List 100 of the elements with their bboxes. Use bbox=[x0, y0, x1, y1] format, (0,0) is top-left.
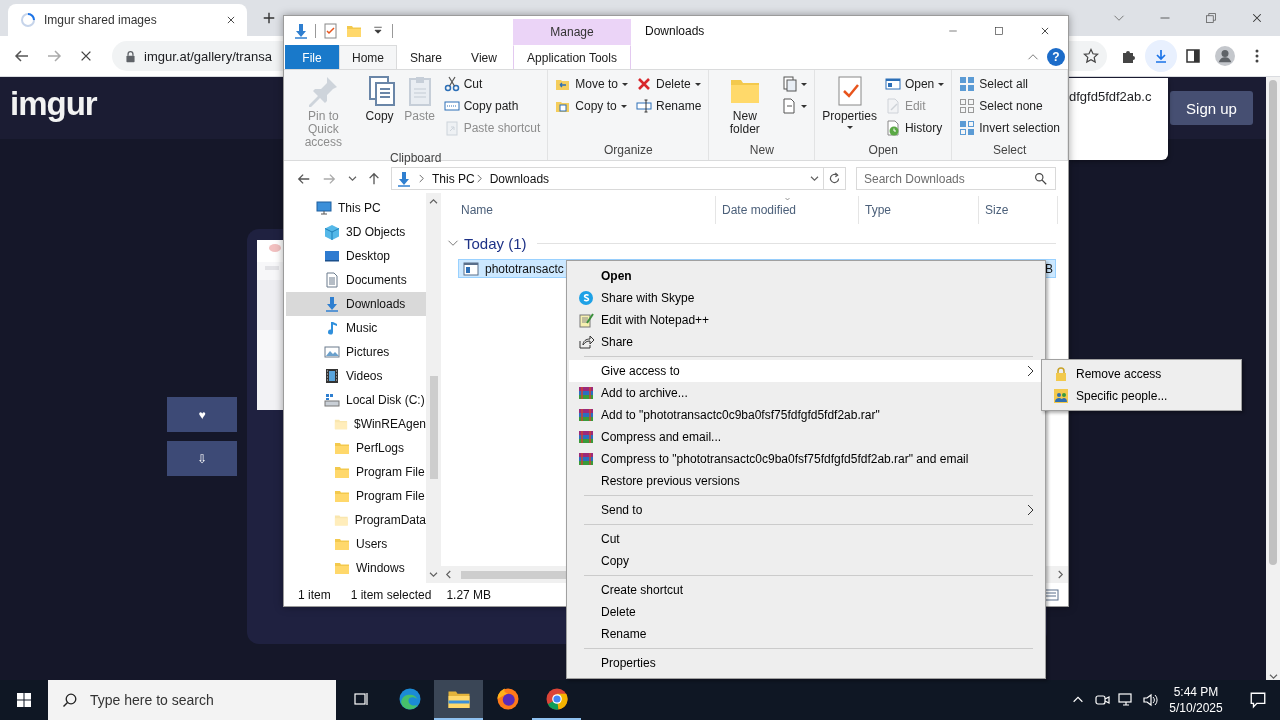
scrollbar-thumb[interactable] bbox=[1269, 80, 1277, 565]
ribbon-button[interactable]: Copy to bbox=[552, 95, 632, 117]
menu-item[interactable]: Properties bbox=[569, 652, 1043, 674]
x-icon bbox=[636, 76, 653, 92]
ribbon-tab[interactable]: File bbox=[285, 45, 339, 69]
menu-item[interactable]: Compress to "phototransactc0c9ba0fsf75fdfgfd5fdf2ab.rar" and email bbox=[569, 448, 1043, 470]
column-header[interactable]: Date modified bbox=[716, 196, 859, 224]
browser-tab[interactable]: Imgur shared images bbox=[8, 4, 247, 36]
folder-icon bbox=[334, 512, 349, 528]
column-header[interactable]: Name bbox=[455, 196, 716, 224]
search-icon bbox=[62, 692, 78, 708]
tree-item[interactable]: $WinREAgen bbox=[286, 412, 426, 436]
tree-item[interactable]: Documents bbox=[286, 268, 426, 292]
menu-item[interactable]: Add to "phototransactc0c9ba0fsf75fdfgfd5fdf2ab.rar" bbox=[569, 404, 1043, 426]
breadcrumb[interactable]: Downloads bbox=[489, 168, 550, 189]
menu-item[interactable]: Send to bbox=[569, 499, 1043, 521]
ribbon-tab[interactable]: Home bbox=[339, 45, 397, 69]
text-cursor-icon bbox=[636, 98, 653, 114]
ribbon-button[interactable]: History bbox=[881, 117, 948, 139]
ribbon-tab[interactable]: Application Tools bbox=[513, 45, 631, 69]
menu-item[interactable]: Delete bbox=[569, 601, 1043, 623]
menu-item[interactable]: Compress and email... bbox=[569, 426, 1043, 448]
menu-item[interactable]: Specific people... bbox=[1044, 385, 1239, 407]
ribbon-button[interactable]: Rename bbox=[633, 95, 705, 117]
download-button[interactable]: ⇩ bbox=[167, 441, 237, 476]
tree-item[interactable]: Music bbox=[286, 316, 426, 340]
people-icon bbox=[1053, 388, 1069, 404]
ribbon-button[interactable]: Move to bbox=[552, 73, 632, 95]
menu-item[interactable]: Share with Skype bbox=[569, 287, 1043, 309]
notepad-icon bbox=[578, 312, 594, 328]
clock[interactable]: 5:44 PM 5/10/2025 bbox=[1162, 680, 1230, 720]
menu-item[interactable]: Add to archive... bbox=[569, 382, 1043, 404]
ribbon-button[interactable]: Delete bbox=[633, 73, 705, 95]
search-input[interactable]: Search Downloads bbox=[864, 171, 1034, 186]
books-icon bbox=[578, 407, 594, 423]
caret-icon bbox=[372, 24, 384, 37]
tree-item[interactable]: 3D Objects bbox=[286, 220, 426, 244]
circle-s-icon bbox=[578, 290, 594, 306]
ribbon-button[interactable]: New folder bbox=[713, 73, 777, 138]
menu-item[interactable]: Open bbox=[569, 265, 1043, 287]
ribbon-button[interactable]: Cut bbox=[440, 73, 544, 95]
search-field[interactable]: Type here to search bbox=[48, 680, 336, 720]
column-header[interactable]: Size bbox=[979, 196, 1058, 224]
scrollbar-thumb[interactable] bbox=[429, 376, 438, 479]
column-header[interactable]: Type bbox=[859, 196, 979, 224]
ribbon-button[interactable]: Select all bbox=[956, 73, 1063, 95]
ribbon-button[interactable]: Invert selection bbox=[956, 117, 1063, 139]
group-label: Organize bbox=[603, 143, 654, 159]
tree-item[interactable]: ProgramData bbox=[286, 508, 426, 532]
tree-item[interactable]: Downloads bbox=[286, 292, 426, 316]
back-icon bbox=[14, 48, 30, 64]
help-button[interactable]: ? bbox=[1047, 48, 1065, 66]
sign-up-button[interactable]: Sign up bbox=[1170, 91, 1253, 125]
tree-item[interactable]: Videos bbox=[286, 364, 426, 388]
group-header[interactable]: Today (1) bbox=[447, 234, 537, 252]
ribbon-tab[interactable]: View bbox=[455, 45, 513, 69]
tree-item[interactable]: Users bbox=[286, 532, 426, 556]
tree-item[interactable]: Local Disk (C:) bbox=[286, 388, 426, 412]
star-icon bbox=[1083, 48, 1099, 64]
taskbar-button[interactable] bbox=[434, 680, 483, 720]
address-bar[interactable]: This PC Downloads bbox=[391, 167, 846, 190]
ribbon-button[interactable]: Select none bbox=[956, 95, 1063, 117]
menu-item[interactable]: Create shortcut bbox=[569, 579, 1043, 601]
tree-item[interactable]: Pictures bbox=[286, 340, 426, 364]
menu-item[interactable]: Rename bbox=[569, 623, 1043, 645]
tree-item[interactable]: Desktop bbox=[286, 244, 426, 268]
tree-item[interactable]: PerfLogs bbox=[286, 436, 426, 460]
ribbon-button[interactable]: Copy path bbox=[440, 95, 544, 117]
ribbon-button[interactable]: Copy bbox=[360, 73, 399, 125]
download-icon bbox=[396, 170, 412, 187]
tree-item[interactable]: Program File bbox=[286, 460, 426, 484]
ribbon-tab[interactable]: Share bbox=[397, 45, 455, 69]
menu-item[interactable]: Remove access bbox=[1044, 363, 1239, 385]
shortcut-icon bbox=[443, 120, 460, 136]
status-text: 1.27 MB bbox=[446, 587, 492, 602]
address-field[interactable]: imgur.at/gallery/transa bbox=[124, 48, 272, 64]
window-title: Downloads bbox=[645, 22, 705, 40]
favorite-button[interactable]: ♥ bbox=[167, 397, 237, 432]
folder-icon bbox=[334, 440, 350, 456]
books-icon bbox=[578, 451, 594, 467]
film-icon bbox=[324, 368, 340, 384]
search-input[interactable]: Type here to search bbox=[90, 692, 310, 708]
logo[interactable]: imgur bbox=[10, 85, 97, 123]
menu-item[interactable]: Edit with Notepad++ bbox=[569, 309, 1043, 331]
menu-item[interactable]: Give access to bbox=[569, 360, 1043, 382]
tree-item[interactable]: Program File bbox=[286, 484, 426, 508]
window-icon bbox=[884, 76, 901, 92]
menu-item[interactable]: Share bbox=[569, 331, 1043, 353]
tree-item[interactable]: This PC bbox=[286, 196, 426, 220]
downloads-button[interactable] bbox=[1145, 40, 1177, 72]
breadcrumb[interactable]: This PC bbox=[432, 168, 475, 189]
ribbon-button[interactable]: Properties bbox=[819, 73, 880, 131]
menu-item[interactable]: Copy bbox=[569, 550, 1043, 572]
tree-item[interactable]: Windows bbox=[286, 556, 426, 580]
search-field[interactable]: Search Downloads bbox=[856, 167, 1056, 190]
menu-item[interactable]: Restore previous versions bbox=[569, 470, 1043, 492]
puzzle-icon bbox=[1121, 48, 1137, 64]
document-icon bbox=[324, 272, 340, 288]
ribbon-button[interactable]: Open bbox=[881, 73, 948, 95]
menu-item[interactable]: Cut bbox=[569, 528, 1043, 550]
